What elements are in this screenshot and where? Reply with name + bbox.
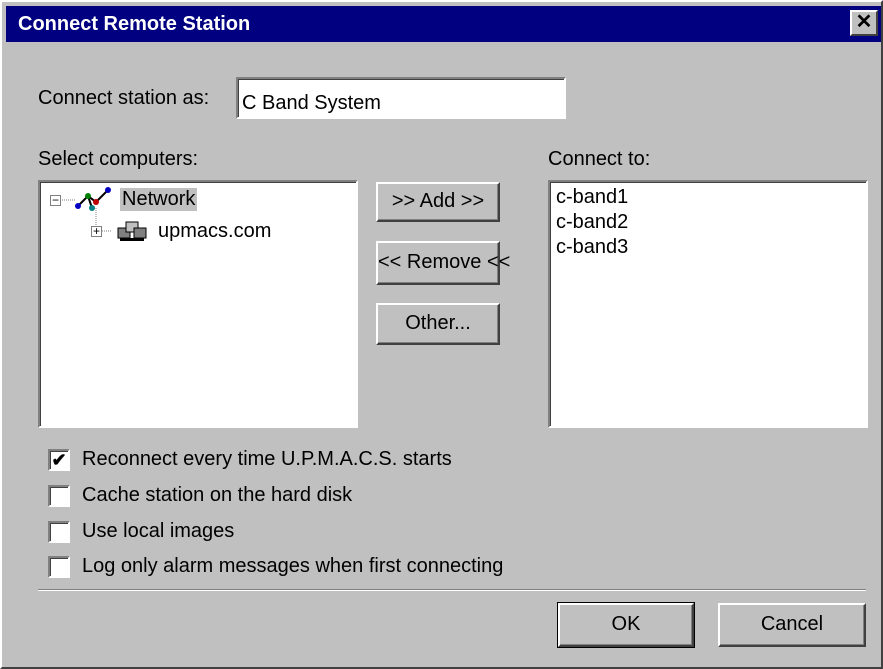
- remove-button[interactable]: << Remove <<: [376, 241, 510, 285]
- tree-node-label: Network: [120, 188, 198, 211]
- ok-button[interactable]: OK: [557, 602, 695, 648]
- network-icon: [75, 187, 111, 211]
- log-alarm-checkbox[interactable]: [48, 556, 70, 578]
- select-computers-label: Select computers:: [38, 148, 199, 170]
- title-bar[interactable]: Connect Remote Station ✕: [6, 6, 881, 42]
- reconnect-checkbox[interactable]: ✔: [48, 449, 70, 471]
- list-item[interactable]: c-band1: [556, 186, 628, 209]
- checkmark-icon: ✔: [51, 450, 67, 470]
- other-button-label: Other...: [405, 312, 471, 334]
- close-button[interactable]: ✕: [850, 10, 878, 36]
- local-images-label: Use local images: [82, 520, 235, 542]
- connect-to-list[interactable]: c-band1 c-band2 c-band3: [548, 180, 868, 428]
- station-name-label: Connect station as:: [38, 87, 210, 109]
- connect-to-label: Connect to:: [548, 148, 651, 170]
- separator: [38, 589, 866, 591]
- remove-button-label: << Remove <<: [378, 251, 511, 273]
- log-alarm-label: Log only alarm messages when first conne…: [82, 555, 504, 577]
- expand-icon[interactable]: +: [91, 225, 102, 237]
- ok-button-label: OK: [611, 613, 641, 635]
- computer-tree[interactable]: − Network + upmacs.com: [38, 180, 358, 428]
- cancel-button[interactable]: Cancel: [718, 603, 866, 647]
- list-item[interactable]: c-band2: [556, 211, 628, 234]
- cache-station-label: Cache station on the hard disk: [82, 484, 353, 506]
- list-item[interactable]: c-band3: [556, 236, 628, 259]
- local-images-checkbox[interactable]: [48, 521, 70, 543]
- add-button-label: >> Add >>: [391, 190, 485, 212]
- close-icon: ✕: [855, 11, 873, 33]
- dialog-title: Connect Remote Station: [18, 13, 251, 35]
- cancel-button-label: Cancel: [760, 613, 824, 635]
- cache-station-checkbox[interactable]: [48, 485, 70, 507]
- connect-remote-station-dialog: Connect Remote Station ✕ Connect station…: [0, 0, 883, 669]
- add-button[interactable]: >> Add >>: [376, 182, 500, 222]
- other-button[interactable]: Other...: [376, 303, 500, 345]
- station-name-input[interactable]: [236, 77, 566, 119]
- domain-icon: [117, 221, 147, 241]
- collapse-icon[interactable]: −: [50, 194, 61, 206]
- tree-node-label: upmacs.com: [158, 220, 272, 242]
- reconnect-label: Reconnect every time U.P.M.A.C.S. starts: [82, 448, 452, 470]
